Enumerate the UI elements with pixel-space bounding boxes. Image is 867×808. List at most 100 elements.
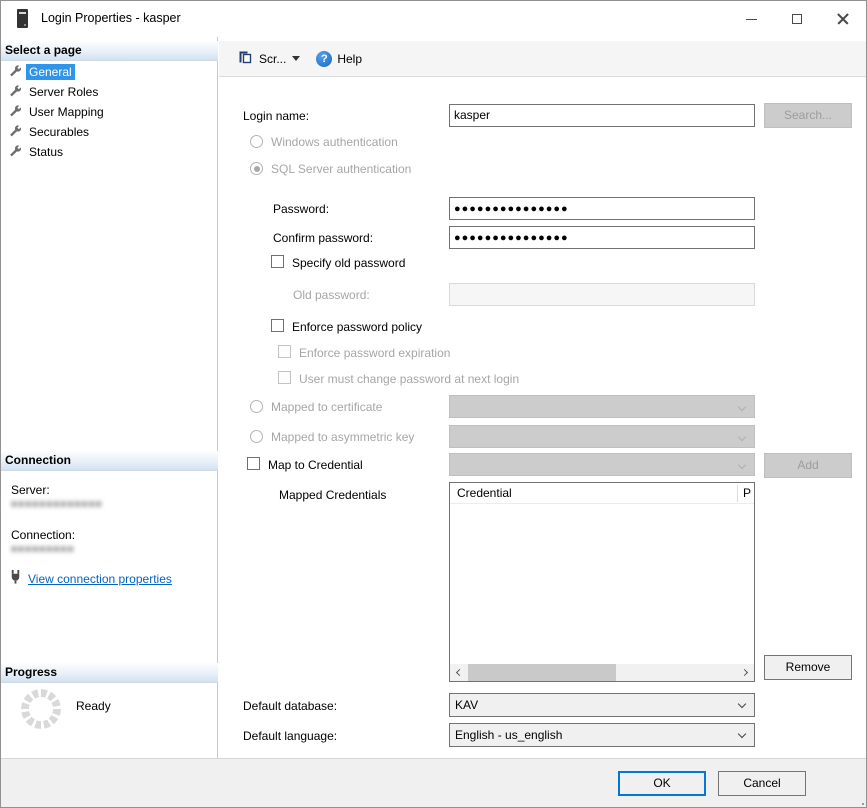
sidebar-item-status[interactable]: Status xyxy=(1,142,218,162)
specify-old-password-checkbox[interactable] xyxy=(271,255,284,268)
chevron-down-icon xyxy=(738,730,746,738)
mapped-to-certificate-label: Mapped to certificate xyxy=(271,400,382,414)
specify-old-password-label: Specify old password xyxy=(292,256,405,270)
must-change-password-checkbox xyxy=(278,371,291,384)
view-connection-properties-link[interactable]: View connection properties xyxy=(28,572,172,586)
mapped-credentials-list[interactable]: Credential P xyxy=(449,482,755,682)
chevron-down-icon xyxy=(292,56,300,61)
progress-spinner-icon xyxy=(21,689,61,729)
enforce-password-expiration-checkbox xyxy=(278,345,291,358)
window-title: Login Properties - kasper xyxy=(41,11,181,25)
mapped-to-certificate-radio xyxy=(250,400,263,413)
sidebar-item-label: Status xyxy=(26,144,66,160)
login-properties-dialog: Login Properties - kasper Select a page … xyxy=(0,0,867,808)
default-language-select[interactable]: English - us_english xyxy=(449,723,755,747)
default-database-label: Default database: xyxy=(243,699,337,713)
scroll-right-button[interactable] xyxy=(737,664,754,681)
chevron-down-icon xyxy=(738,700,746,708)
wrench-icon xyxy=(8,144,21,160)
password-input[interactable]: ●●●●●●●●●●●●●●● xyxy=(449,197,755,220)
script-button-label: Scr... xyxy=(259,52,286,66)
credentials-list-header: Credential P xyxy=(450,483,754,504)
chevron-down-icon xyxy=(738,403,746,411)
server-icon xyxy=(16,9,29,32)
add-button: Add xyxy=(764,453,852,478)
confirm-password-label: Confirm password: xyxy=(273,231,373,245)
script-icon xyxy=(237,49,253,68)
sidebar-item-user-mapping[interactable]: User Mapping xyxy=(1,102,218,122)
default-database-select[interactable]: KAV xyxy=(449,693,755,717)
sidebar-item-securables[interactable]: Securables xyxy=(1,122,218,142)
cancel-button[interactable]: Cancel xyxy=(718,771,806,796)
default-language-value: English - us_english xyxy=(455,728,562,742)
asymmetric-key-select xyxy=(449,425,755,448)
close-button[interactable] xyxy=(820,1,866,37)
server-label: Server: xyxy=(11,483,50,497)
column-divider xyxy=(737,485,738,502)
login-name-label: Login name: xyxy=(243,109,309,123)
chevron-left-icon xyxy=(456,669,463,676)
sidebar-item-server-roles[interactable]: Server Roles xyxy=(1,82,218,102)
connection-header: Connection xyxy=(1,451,218,471)
script-button[interactable]: Scr... xyxy=(233,46,304,72)
credential-select xyxy=(449,453,755,476)
minimize-icon xyxy=(746,19,757,20)
search-button: Search... xyxy=(764,103,852,128)
wrench-icon xyxy=(8,64,21,80)
default-language-label: Default language: xyxy=(243,729,337,743)
sidebar: Select a page General Server Roles User … xyxy=(1,37,218,758)
maximize-button[interactable] xyxy=(774,1,820,37)
scrollbar-thumb[interactable] xyxy=(468,664,616,681)
sidebar-item-label: User Mapping xyxy=(26,104,107,120)
default-database-value: KAV xyxy=(455,698,478,712)
must-change-password-label: User must change password at next login xyxy=(299,372,519,386)
mapped-credentials-label: Mapped Credentials xyxy=(279,488,386,502)
resize-grip[interactable] xyxy=(862,803,864,805)
old-password-input xyxy=(449,283,755,306)
map-to-credential-label: Map to Credential xyxy=(268,458,363,472)
close-icon xyxy=(837,13,849,25)
mapped-to-asymmetric-key-label: Mapped to asymmetric key xyxy=(271,430,414,444)
server-value-redacted: ■■■■■■■■■■■■■ xyxy=(11,499,103,510)
map-to-credential-checkbox[interactable] xyxy=(247,457,260,470)
password-label: Password: xyxy=(273,202,329,216)
wrench-icon xyxy=(8,124,21,140)
sidebar-item-label: Server Roles xyxy=(26,84,101,100)
sidebar-item-label: Securables xyxy=(26,124,92,140)
login-name-input[interactable]: kasper xyxy=(449,104,755,127)
chevron-down-icon xyxy=(738,461,746,469)
help-button-label: Help xyxy=(337,52,362,66)
connection-value-redacted: ■■■■■■■■■ xyxy=(11,544,74,555)
sidebar-item-label: General xyxy=(26,64,75,80)
enforce-password-expiration-label: Enforce password expiration xyxy=(299,346,450,360)
ok-button[interactable]: OK xyxy=(618,771,706,796)
toolbar: Scr... ? Help xyxy=(219,41,867,77)
enforce-password-policy-label: Enforce password policy xyxy=(292,320,422,334)
help-icon: ? xyxy=(316,51,332,67)
sql-server-authentication-label: SQL Server authentication xyxy=(271,162,411,176)
enforce-password-policy-checkbox[interactable] xyxy=(271,319,284,332)
sql-server-authentication-radio xyxy=(250,162,263,175)
mapped-to-asymmetric-key-radio xyxy=(250,430,263,443)
certificate-select xyxy=(449,395,755,418)
credential-column-header: Credential xyxy=(457,486,512,500)
minimize-button[interactable] xyxy=(728,1,774,37)
chevron-right-icon xyxy=(741,669,748,676)
progress-header: Progress xyxy=(1,663,218,683)
windows-authentication-label: Windows authentication xyxy=(271,135,398,149)
sidebar-item-general[interactable]: General xyxy=(1,62,218,82)
scroll-left-button[interactable] xyxy=(450,664,467,681)
title-bar: Login Properties - kasper xyxy=(1,1,866,37)
horizontal-scrollbar[interactable] xyxy=(450,664,754,681)
confirm-password-input[interactable]: ●●●●●●●●●●●●●●● xyxy=(449,226,755,249)
progress-status: Ready xyxy=(76,699,111,713)
remove-button[interactable]: Remove xyxy=(764,655,852,680)
provider-column-header: P xyxy=(743,486,751,500)
wrench-icon xyxy=(8,104,21,120)
wrench-icon xyxy=(8,84,21,100)
chevron-down-icon xyxy=(738,433,746,441)
select-a-page-header: Select a page xyxy=(1,41,218,61)
maximize-icon xyxy=(792,14,802,24)
dialog-footer: OK Cancel xyxy=(1,758,867,808)
help-button[interactable]: ? Help xyxy=(312,46,366,72)
